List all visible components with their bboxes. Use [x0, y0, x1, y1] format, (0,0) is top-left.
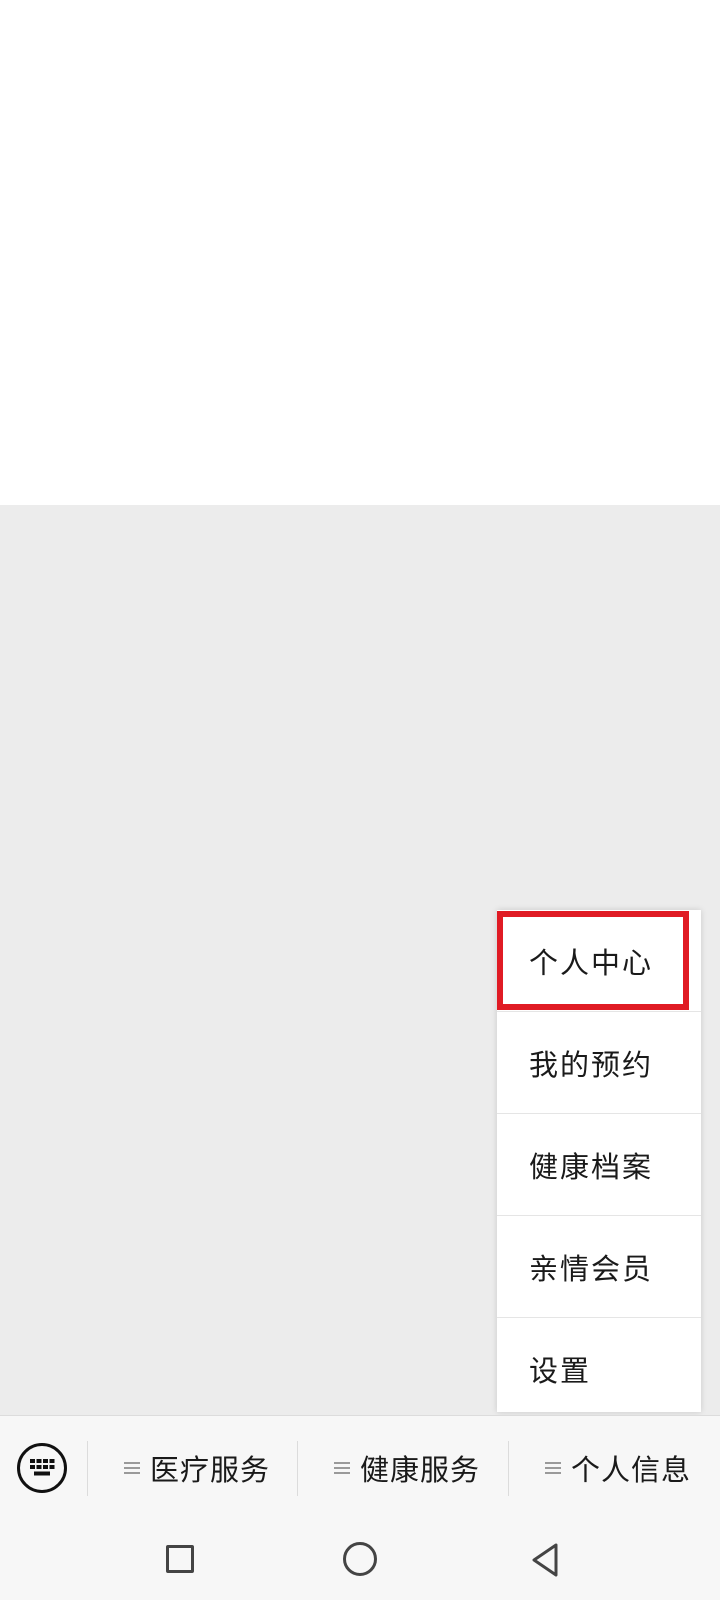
tab-health-services[interactable]: 健康服务	[334, 1416, 480, 1520]
bottom-menu-bar: 医疗服务 健康服务 个人信息	[0, 1415, 720, 1520]
menu-item-label: 我的预约	[529, 1048, 654, 1082]
keyboard-toggle-button[interactable]	[17, 1443, 67, 1493]
back-icon[interactable]	[530, 1542, 560, 1578]
tab-label: 个人信息	[571, 1453, 692, 1487]
menu-icon	[124, 1459, 140, 1477]
tab-label: 医疗服务	[150, 1453, 271, 1487]
menu-item-label: 个人中心	[529, 946, 654, 980]
home-icon[interactable]	[343, 1542, 377, 1576]
menu-item-personal-center[interactable]: 个人中心	[497, 910, 701, 1012]
menu-item-label: 健康档案	[529, 1150, 654, 1184]
menu-item-health-records[interactable]: 健康档案	[497, 1114, 701, 1216]
menu-icon	[334, 1459, 350, 1477]
content-area	[0, 0, 720, 505]
divider	[508, 1441, 509, 1496]
submenu-popup: 个人中心 我的预约 健康档案 亲情会员 设置	[497, 910, 701, 1412]
tab-label: 健康服务	[360, 1453, 481, 1487]
menu-item-label: 设置	[529, 1354, 592, 1388]
divider	[297, 1441, 298, 1496]
keyboard-icon	[30, 1459, 55, 1476]
menu-item-settings[interactable]: 设置	[497, 1318, 701, 1420]
menu-item-my-appointments[interactable]: 我的预约	[497, 1012, 701, 1114]
system-nav-bar	[0, 1520, 720, 1600]
menu-item-family-members[interactable]: 亲情会员	[497, 1216, 701, 1318]
tab-personal-info[interactable]: 个人信息	[545, 1416, 691, 1520]
recent-apps-icon[interactable]	[166, 1545, 194, 1573]
tab-medical-services[interactable]: 医疗服务	[124, 1416, 270, 1520]
menu-icon	[545, 1459, 561, 1477]
menu-item-label: 亲情会员	[529, 1252, 654, 1286]
divider	[87, 1441, 88, 1496]
